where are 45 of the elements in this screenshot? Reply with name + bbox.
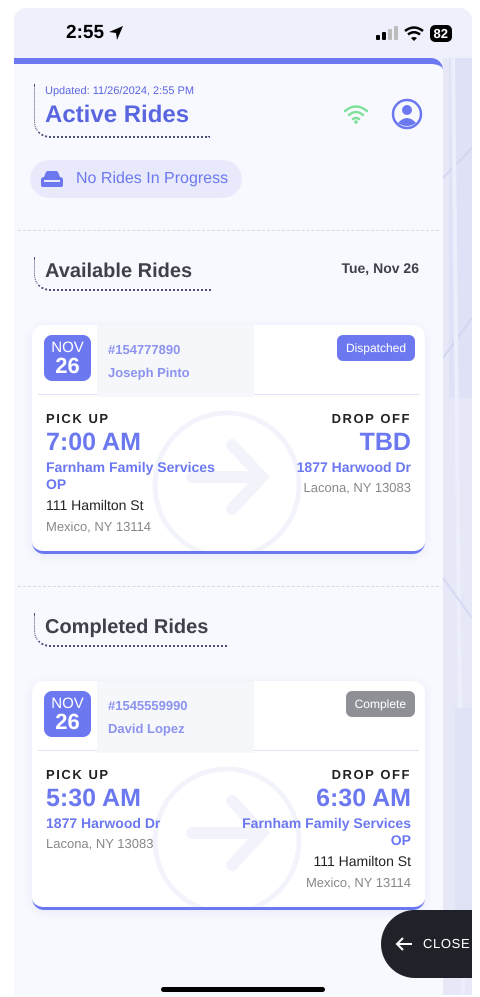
stop-time: 5:30 AM (46, 783, 141, 813)
stop-place: 1877 Harwood Dr (46, 815, 160, 832)
section-heading: Available Rides (34, 257, 212, 291)
passenger-name: David Lopez (108, 722, 186, 735)
car-icon (40, 171, 64, 187)
stop-label: PICK UP (46, 767, 110, 783)
badge-month: NOV (51, 696, 84, 710)
stop-time: TBD (360, 427, 411, 457)
ride-card[interactable]: NOV 26 #154777890 Joseph Pinto Dispatched PICK UP 7:00 AM Farnham Family Services OP 111 Hamilton St Mexico, NY 13114 DROP OFF TBD 1877 Harwood Dr Lacona, NY 13083 (32, 325, 425, 554)
section-date: Tue, Nov 26 (341, 259, 419, 278)
stop-street: 111 Hamilton St (46, 496, 144, 515)
stop-street: 111 Hamilton St (313, 852, 411, 871)
badge-month: NOV (51, 340, 84, 354)
stop-place: Farnham Family Services OP (46, 459, 216, 493)
location-arrow-icon (108, 25, 124, 41)
stop-city: Lacona, NY 13083 (304, 479, 411, 497)
back-arrow-icon (395, 936, 413, 952)
status-time: 2:55 (66, 20, 104, 45)
stop-place: 1877 Harwood Dr (296, 459, 411, 476)
stop-label: DROP OFF (332, 411, 411, 427)
status-badge: Dispatched (336, 335, 415, 361)
stop-time: 7:00 AM (46, 427, 141, 457)
close-button[interactable]: CLOSE (381, 910, 472, 978)
passenger-name: Joseph Pinto (108, 366, 191, 379)
battery-indicator: 82 (430, 24, 452, 42)
stop-city: Lacona, NY 13083 (46, 835, 154, 853)
stop-label: PICK UP (46, 411, 110, 427)
status-badge: Complete (346, 691, 415, 717)
stop-city: Mexico, NY 13114 (46, 518, 152, 536)
section-heading: Completed Rides (34, 613, 228, 647)
updated-timestamp: Updated: 11/26/2024, 2:55 PM (45, 84, 194, 98)
stop-label: DROP OFF (332, 767, 411, 783)
wifi-icon (404, 26, 424, 40)
page-title: Active Rides (45, 100, 190, 130)
ride-number: #1545559990 (108, 699, 189, 712)
stop-place: Farnham Family Services OP (241, 815, 411, 849)
ride-card[interactable]: NOV 26 #1545559990 David Lopez Complete PICK UP 5:30 AM 1877 Harwood Dr Lacona, NY 13083 DROP OFF 6:30 AM Farnham Family Services OP 111 Hamilton St Mexico, NY 13114 (32, 681, 425, 910)
profile-icon[interactable] (391, 98, 423, 130)
ride-number: #154777890 (108, 343, 182, 356)
stop-city: Mexico, NY 13114 (306, 874, 411, 892)
badge-day: 26 (55, 710, 80, 732)
badge-day: 26 (55, 354, 80, 376)
stop-time: 6:30 AM (316, 783, 411, 813)
signal-icon (376, 26, 398, 40)
status-text: No Rides In Progress (76, 169, 228, 189)
